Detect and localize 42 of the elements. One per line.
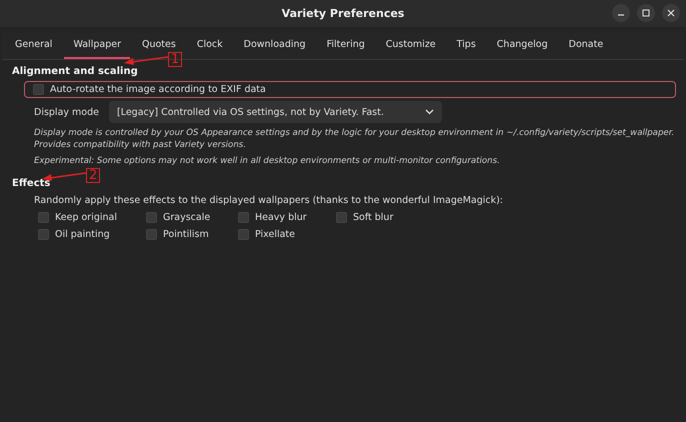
arrow-icon: [124, 54, 168, 66]
maximize-button[interactable]: [637, 4, 655, 22]
tab[interactable]: Changelog: [488, 33, 557, 59]
checkbox[interactable]: [146, 212, 157, 223]
checkbox[interactable]: [38, 228, 49, 240]
close-icon: [667, 9, 675, 17]
section-heading: Alignment and scaling: [12, 66, 139, 77]
checkbox-label: Grayscale: [163, 212, 210, 223]
tab[interactable]: Tips: [448, 33, 485, 59]
tab[interactable]: General: [6, 33, 62, 59]
checkbox[interactable]: [33, 84, 44, 95]
checkbox[interactable]: [238, 228, 249, 240]
checkbox[interactable]: [336, 212, 347, 223]
description-text: Randomly apply these effects to the displayed wallpapers (thanks to the wonderful ImageMagick):: [34, 194, 504, 206]
checkbox[interactable]: [38, 212, 49, 223]
field-label: Display mode: [34, 106, 99, 118]
checkbox-label: Auto-rotate the image according to EXIF data: [50, 84, 266, 95]
annotation-number: 1: [168, 52, 182, 67]
window-title: Variety Preferences: [282, 7, 404, 20]
checkbox-label: Pointilism: [163, 228, 209, 240]
maximize-icon: [642, 9, 650, 17]
display-mode-dropdown[interactable]: [Legacy] Controlled via OS settings, not by Variety. Fast.: [108, 101, 442, 123]
section-heading: Effects: [12, 178, 52, 189]
annotation-number: 2: [86, 168, 100, 183]
tab[interactable]: Customize: [376, 33, 445, 59]
note-text: Display mode is controlled by your OS Appearance settings and by the logic for your desktop environment in ~/.config/variety/scripts/set_wallpaper. Provides compatibility with past Variety versions.: [34, 128, 676, 152]
checkbox-label: Soft blur: [353, 212, 394, 223]
tab[interactable]: Donate: [560, 33, 612, 59]
tab[interactable]: Downloading: [234, 33, 315, 59]
checkbox[interactable]: [238, 212, 249, 223]
close-button[interactable]: [662, 4, 680, 22]
tab[interactable]: Filtering: [318, 33, 374, 59]
checkbox[interactable]: [146, 228, 157, 240]
checkbox-label: Pixellate: [255, 228, 296, 240]
minimize-button[interactable]: [612, 4, 630, 22]
note-text: Experimental: Some options may not work well in all desktop environments or multi-monitor configurations.: [34, 156, 501, 168]
checkbox-label: Keep original: [55, 212, 118, 223]
tab[interactable]: Wallpaper: [64, 33, 130, 59]
checkbox-label: Heavy blur: [255, 212, 307, 223]
caret-icon: [424, 109, 434, 115]
checkbox-label: Oil painting: [55, 228, 110, 240]
tab[interactable]: Clock: [188, 33, 232, 59]
